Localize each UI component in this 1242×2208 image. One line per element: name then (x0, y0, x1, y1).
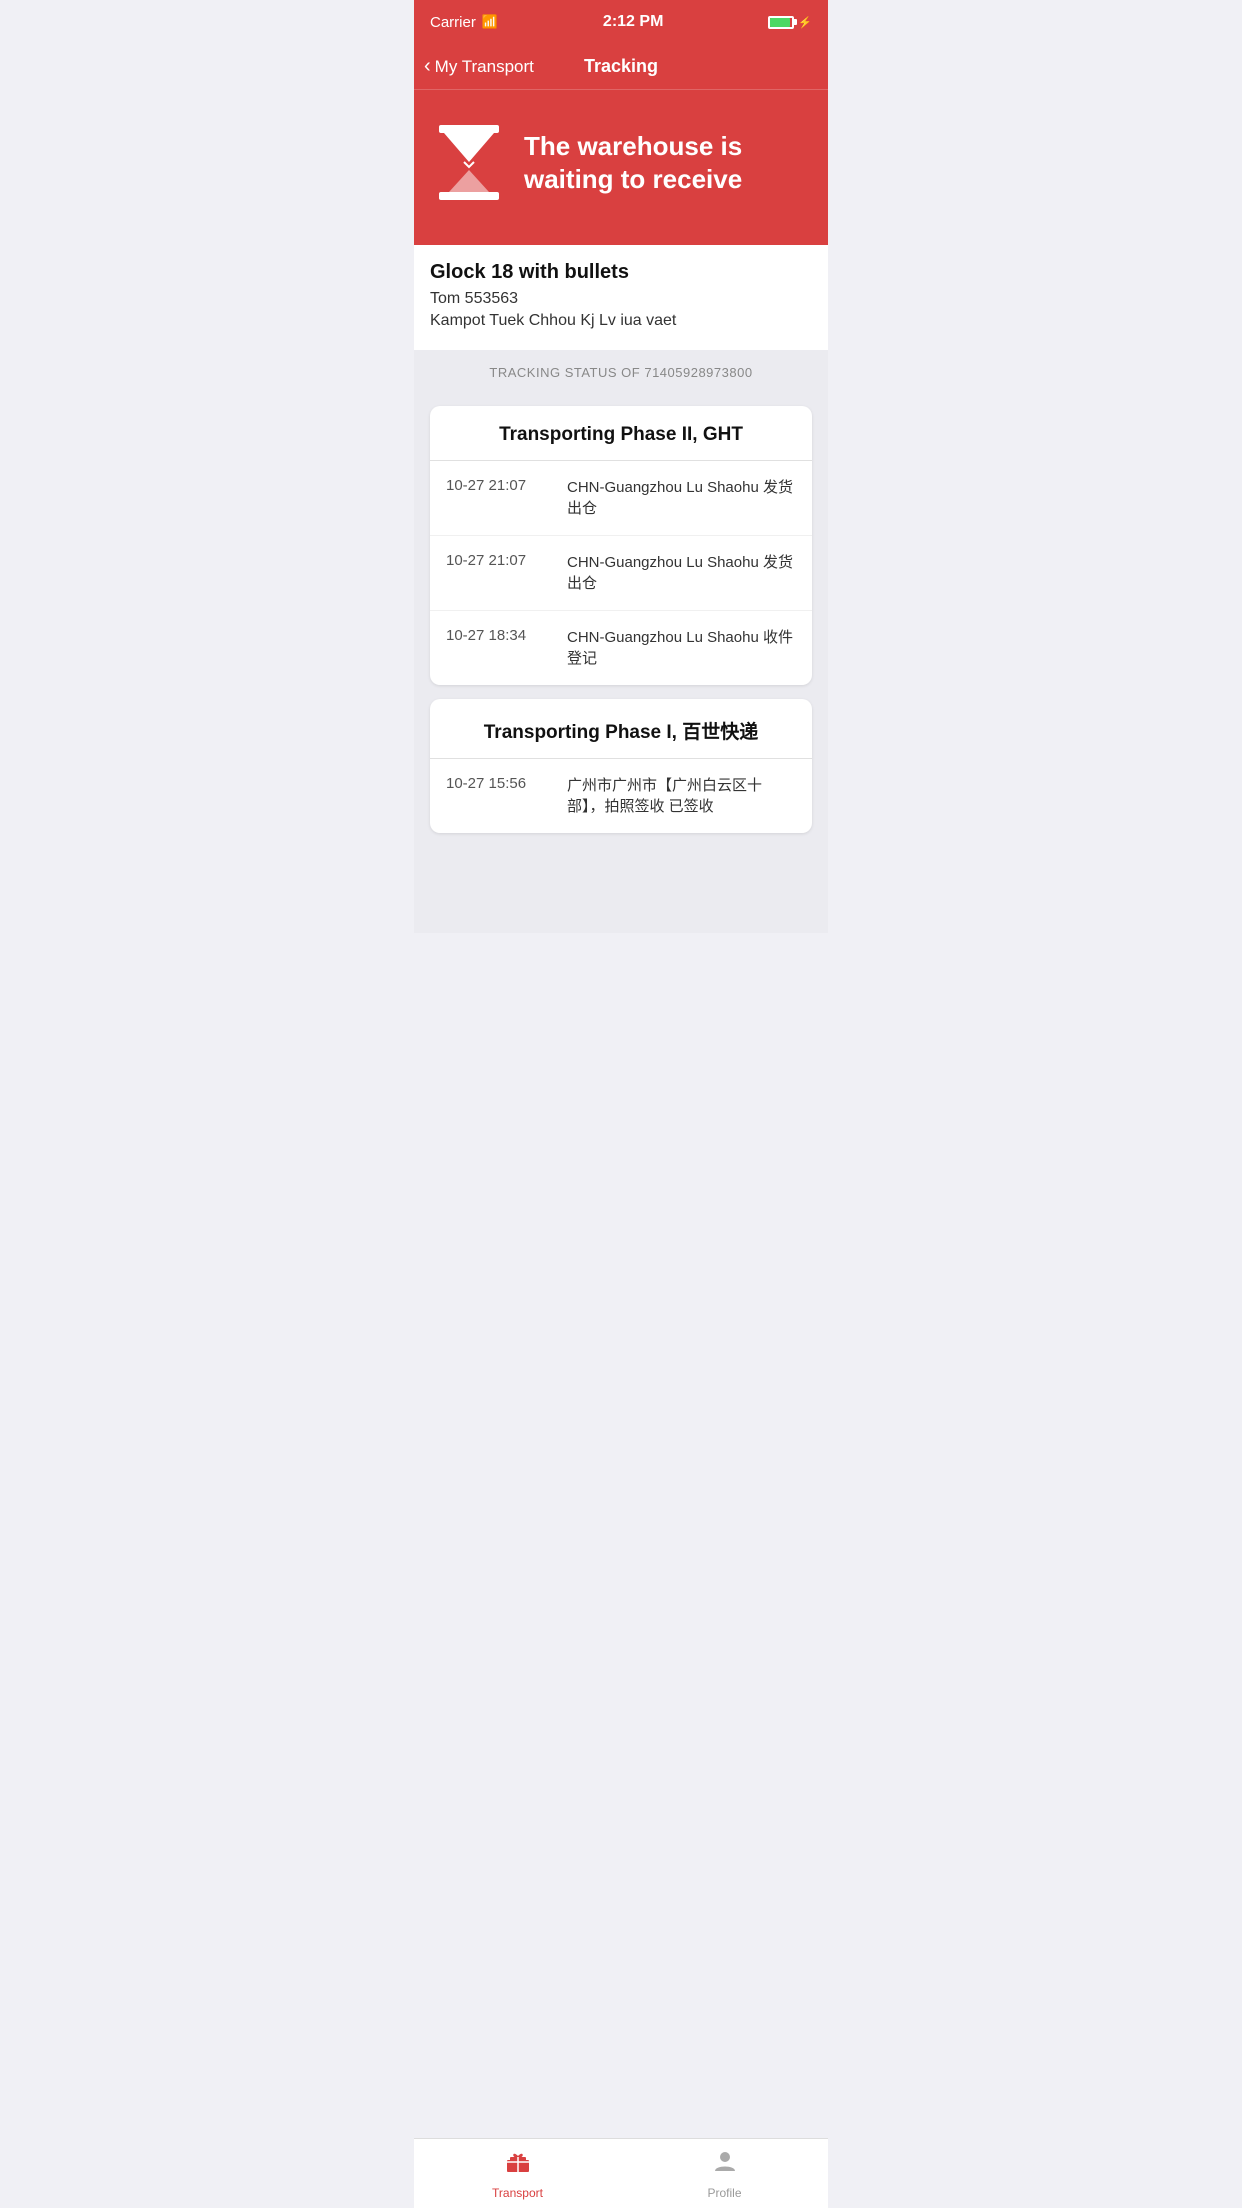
tracking-card-phase1: Transporting Phase I, 百世快递 10-27 15:56 广… (430, 699, 812, 833)
tab-profile-label: Profile (707, 2186, 741, 2200)
package-contact: Tom 553563 (430, 290, 812, 308)
tracking-desc: CHN-Guangzhou Lu Shaohu 发货出仓 (567, 477, 796, 519)
status-bar-left: Carrier 📶 (430, 14, 498, 31)
package-info: Glock 18 with bullets Tom 553563 Kampot … (414, 245, 828, 350)
tracking-time: 10-27 21:07 (446, 477, 551, 519)
battery-icon (768, 16, 794, 29)
tracking-desc: 广州市广州市【广州白云区十部】，拍照签收 已签收 (567, 775, 796, 817)
back-label: My Transport (435, 57, 534, 77)
table-row: 10-27 21:07 CHN-Guangzhou Lu Shaohu 发货出仓 (430, 536, 812, 611)
table-row: 10-27 18:34 CHN-Guangzhou Lu Shaohu 收件登记 (430, 611, 812, 685)
charging-icon: ⚡ (798, 16, 812, 29)
tab-transport[interactable]: Transport (414, 2139, 621, 2208)
tracking-cards-container: Transporting Phase II, GHT 10-27 21:07 C… (414, 396, 828, 933)
tracking-desc: CHN-Guangzhou Lu Shaohu 收件登记 (567, 627, 796, 669)
back-arrow-icon: ‹ (424, 55, 431, 78)
tracking-time: 10-27 15:56 (446, 775, 551, 817)
status-bar-right: ⚡ (768, 16, 812, 29)
tracking-desc: CHN-Guangzhou Lu Shaohu 发货出仓 (567, 552, 796, 594)
card-phase1-title: Transporting Phase I, 百世快递 (430, 699, 812, 758)
tab-profile[interactable]: Profile (621, 2139, 828, 2208)
hero-status-text: The warehouse is waiting to receive (524, 130, 808, 195)
carrier-label: Carrier (430, 14, 476, 31)
tracking-time: 10-27 21:07 (446, 552, 551, 594)
tab-bar: Transport Profile (414, 2138, 828, 2208)
status-bar: Carrier 📶 2:12 PM ⚡ (414, 0, 828, 44)
tracking-time: 10-27 18:34 (446, 627, 551, 669)
hourglass-icon (434, 120, 504, 205)
table-row: 10-27 15:56 广州市广州市【广州白云区十部】，拍照签收 已签收 (430, 759, 812, 833)
card-phase2-title: Transporting Phase II, GHT (430, 406, 812, 460)
tracking-number-label: TRACKING STATUS OF 71405928973800 (489, 365, 752, 380)
back-button[interactable]: ‹ My Transport (424, 56, 534, 78)
page-title: Tracking (584, 56, 658, 77)
tracking-card-phase2: Transporting Phase II, GHT 10-27 21:07 C… (430, 406, 812, 685)
tracking-status-header: TRACKING STATUS OF 71405928973800 (414, 350, 828, 396)
package-name: Glock 18 with bullets (430, 261, 812, 284)
nav-bar: ‹ My Transport Tracking (414, 44, 828, 90)
status-bar-time: 2:12 PM (603, 13, 663, 31)
table-row: 10-27 21:07 CHN-Guangzhou Lu Shaohu 发货出仓 (430, 461, 812, 536)
package-address: Kampot Tuek Chhou Kj Lv iua vaet (430, 312, 812, 330)
tab-transport-label: Transport (492, 2186, 543, 2200)
gift-icon (504, 2147, 532, 2182)
wifi-icon: 📶 (482, 14, 498, 30)
profile-icon (711, 2147, 739, 2182)
hero-banner: The warehouse is waiting to receive (414, 90, 828, 245)
